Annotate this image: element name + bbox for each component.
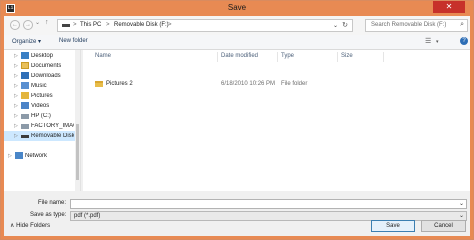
- window-title: Save: [227, 3, 247, 12]
- column-divider: [277, 52, 278, 62]
- breadcrumb-separator: >: [73, 22, 77, 28]
- nav-item-videos[interactable]: ▷ Videos: [4, 101, 80, 111]
- command-bar: Organize ▾ New folder ☰ ▾ ?: [4, 35, 470, 50]
- address-bar[interactable]: > This PC > Removable Disk (F:) > ⌄ ↻: [57, 19, 353, 32]
- nav-item-label: Videos: [31, 103, 50, 109]
- pictures-icon: [21, 92, 29, 99]
- drive-icon: [21, 124, 29, 129]
- column-header-date-modified[interactable]: Date modified: [221, 53, 258, 59]
- view-icon[interactable]: ☰: [425, 37, 431, 45]
- file-name-label: File name:: [38, 200, 67, 206]
- nav-item-label: Documents: [31, 63, 62, 69]
- expand-arrow-icon[interactable]: ▷: [14, 123, 18, 129]
- documents-icon: [21, 62, 29, 69]
- nav-item-label: FACTORY_IMAGE: [31, 123, 74, 129]
- nav-item-label: Downloads: [31, 73, 61, 79]
- save-dialog: Li Save ✕ ← → ⌄ ↑ > This PC > Removable …: [0, 0, 474, 240]
- view-dropdown-icon[interactable]: ▾: [436, 39, 439, 45]
- hide-folders-chevron-icon: ∧: [10, 223, 15, 229]
- hide-folders-button[interactable]: ∧ Hide Folders: [10, 222, 50, 229]
- search-icon: ⌕: [460, 21, 464, 28]
- downloads-icon: [21, 72, 29, 79]
- videos-icon: [21, 102, 29, 109]
- column-divider: [383, 52, 384, 62]
- organize-button[interactable]: Organize ▾: [12, 38, 41, 45]
- save-as-type-label: Save as type:: [30, 212, 67, 218]
- navigation-scrollbar[interactable]: [75, 50, 80, 191]
- breadcrumb-separator: >: [106, 22, 110, 28]
- recent-locations-button[interactable]: ⌄: [35, 19, 40, 26]
- breadcrumb-removable-disk[interactable]: Removable Disk (F:): [114, 22, 169, 28]
- breadcrumb-this-pc[interactable]: This PC: [80, 22, 101, 28]
- nav-item-label: Desktop: [31, 53, 54, 59]
- nav-item-label: Removable Disk (F:): [31, 133, 74, 139]
- nav-item-label: Network: [25, 153, 48, 159]
- column-divider: [337, 52, 338, 62]
- refresh-icon[interactable]: ↻: [340, 21, 350, 29]
- nav-item-label: Music: [31, 83, 47, 89]
- expand-arrow-icon[interactable]: ▷: [14, 83, 18, 89]
- search-box[interactable]: Search Removable Disk (F:) ⌕: [365, 19, 468, 32]
- navigation-bar: ← → ⌄ ↑ > This PC > Removable Disk (F:) …: [4, 16, 470, 35]
- up-button[interactable]: ↑: [45, 19, 49, 26]
- navigation-pane: ▷ Desktop ▷ Documents ▷ Downloads ▷ Musi…: [4, 50, 81, 191]
- dialog-client: ← → ⌄ ↑ > This PC > Removable Disk (F:) …: [4, 16, 470, 236]
- close-button[interactable]: ✕: [433, 1, 465, 13]
- file-name-dropdown-icon[interactable]: ⌄: [459, 200, 464, 207]
- nav-item-removable-disk[interactable]: ▷ Removable Disk (F:): [4, 131, 75, 141]
- save-button[interactable]: Save: [371, 220, 415, 232]
- title-bar[interactable]: Li Save ✕: [1, 1, 473, 16]
- nav-item-label: Pictures: [31, 93, 53, 99]
- column-header-size[interactable]: Size: [341, 53, 353, 59]
- folder-icon: [95, 81, 103, 87]
- desktop-icon: [21, 52, 29, 59]
- address-dropdown-icon[interactable]: ⌄: [333, 22, 338, 29]
- save-as-type-dropdown-icon[interactable]: ⌄: [459, 212, 464, 219]
- help-icon[interactable]: ?: [460, 37, 468, 45]
- breadcrumb-separator: >: [168, 22, 172, 28]
- file-date-modified: 6/18/2010 10:26 PM: [221, 81, 276, 87]
- expand-arrow-icon[interactable]: ▷: [14, 93, 18, 99]
- column-header-name[interactable]: Name: [95, 53, 111, 59]
- file-row[interactable]: Pictures 2 6/18/2010 10:26 PM File folde…: [91, 80, 461, 90]
- expand-arrow-icon[interactable]: ▷: [14, 73, 18, 79]
- new-folder-button[interactable]: New folder: [59, 38, 88, 44]
- file-name-input[interactable]: ⌄: [70, 199, 467, 209]
- network-icon: [15, 152, 23, 159]
- nav-item-factory-image[interactable]: ▷ FACTORY_IMAGE: [4, 121, 80, 131]
- file-list: Name Date modified Type Size Pictures 2 …: [83, 50, 470, 191]
- drive-icon: [62, 24, 70, 27]
- drive-icon: [21, 114, 29, 119]
- file-name: Pictures 2: [106, 81, 133, 87]
- expand-arrow-icon[interactable]: ▷: [14, 133, 18, 139]
- scrollbar-thumb[interactable]: [76, 124, 79, 180]
- column-header-type[interactable]: Type: [281, 53, 294, 59]
- nav-item-label: HP (C:): [31, 113, 51, 119]
- search-placeholder: Search Removable Disk (F:): [371, 22, 447, 28]
- column-divider: [217, 52, 218, 62]
- expand-arrow-icon[interactable]: ▷: [14, 113, 18, 119]
- nav-item-downloads[interactable]: ▷ Downloads: [4, 71, 80, 81]
- nav-item-network[interactable]: ▷ Network: [4, 151, 80, 161]
- nav-item-documents[interactable]: ▷ Documents: [4, 61, 80, 71]
- back-button[interactable]: ←: [10, 20, 20, 30]
- hide-folders-label: Hide Folders: [16, 223, 51, 229]
- nav-item-hp-c[interactable]: ▷ HP (C:): [4, 111, 80, 121]
- expand-arrow-icon[interactable]: ▷: [14, 103, 18, 109]
- nav-item-pictures[interactable]: ▷ Pictures: [4, 91, 80, 101]
- expand-arrow-icon[interactable]: ▷: [14, 63, 18, 69]
- save-as-type-value: pdf (*.pdf): [74, 213, 101, 219]
- cancel-button[interactable]: Cancel: [421, 220, 466, 232]
- nav-item-music[interactable]: ▷ Music: [4, 81, 80, 91]
- nav-item-desktop[interactable]: ▷ Desktop: [4, 51, 80, 61]
- expand-arrow-icon[interactable]: ▷: [8, 153, 12, 159]
- forward-button[interactable]: →: [23, 20, 33, 30]
- music-icon: [21, 82, 29, 89]
- file-type: File folder: [281, 81, 308, 87]
- expand-arrow-icon[interactable]: ▷: [14, 53, 18, 59]
- usb-drive-icon: [21, 135, 29, 138]
